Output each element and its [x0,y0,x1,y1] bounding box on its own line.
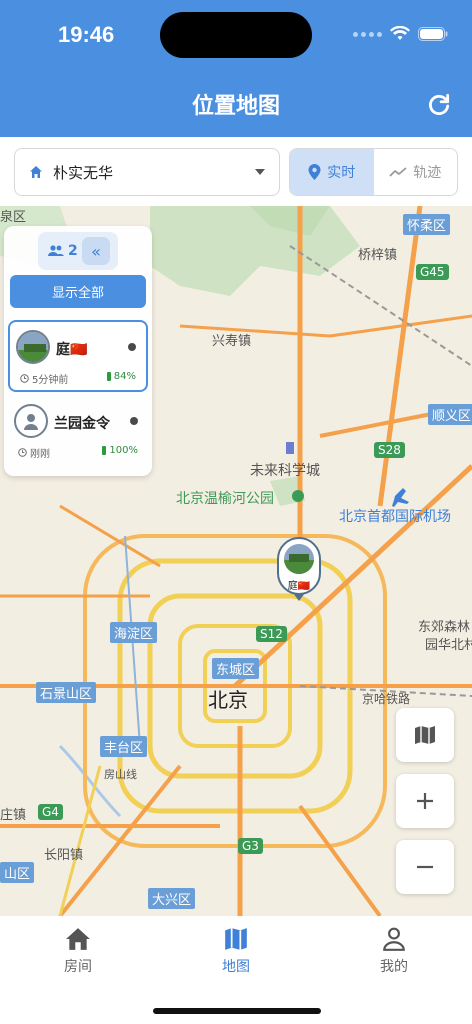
map-label-haidian: 海淀区 [110,622,158,643]
road-shield-s12: S12 [256,626,287,642]
member-battery: 84% [106,371,136,382]
group-icon [48,245,64,256]
member-battery: 100% [102,445,138,456]
map-label-fengtai: 丰台区 [100,736,148,757]
plus-icon [417,793,433,809]
tab-rooms[interactable]: 房间 [38,926,118,976]
page-title: 位置地图 [191,94,280,119]
show-all-button[interactable]: 显示全部 [10,275,146,308]
room-select[interactable]: 朴实无华 [14,148,280,196]
member-map-marker[interactable]: 庭🇨🇳 [277,537,321,601]
marker-pointer [293,593,305,601]
status-icons [353,26,448,42]
member-last-seen: 5分钟前 [20,371,68,386]
battery-level-icon [102,446,107,455]
room-select-value: 朴实无华 [53,163,114,182]
map-label-shunyi: 顺义区 [428,404,472,425]
trend-line-icon [389,167,407,177]
status-dot [130,417,138,425]
tab-profile-label: 我的 [380,959,408,975]
avatar [14,404,48,438]
map-label-qiaozi: 桥梓镇 [358,248,398,263]
tab-map-label: 地图 [222,959,250,975]
map-label-wenyu-park: 北京温榆河公园 [176,491,274,507]
location-pin-icon [308,164,321,180]
filter-bar: 朴实无华 实时 轨迹 [0,137,472,206]
map-label-daxing: 大兴区 [148,888,196,909]
home-icon [30,166,42,178]
wifi-icon [390,26,410,40]
map-label-left-edge-2: 庄镇 [0,808,27,823]
home-indicator [153,1008,321,1014]
road-shield-s28: S28 [374,442,405,458]
tab-rooms-label: 房间 [64,959,92,975]
member-last-seen-text: 5分钟前 [32,375,69,386]
map-label-shijingshan: 石景山区 [36,682,97,703]
member-last-seen: 刚刚 [18,445,50,460]
battery-level-icon [106,372,111,381]
map-label-beijing: 北京 [208,688,248,712]
zoom-in-button[interactable] [396,774,454,828]
refresh-icon[interactable] [426,92,452,118]
tab-profile[interactable]: 我的 [354,926,434,976]
person-icon [383,927,405,951]
map-label-left-edge-3: 山区 [0,862,35,883]
marker-name: 庭🇨🇳 [287,581,311,592]
marker-avatar [284,544,314,574]
map-label-dongcheng: 东城区 [212,658,260,679]
map-layers-button[interactable] [396,708,454,762]
dynamic-island [160,12,312,58]
tab-map[interactable]: 地图 [196,926,276,976]
minus-icon [417,865,433,869]
zoom-out-button[interactable] [396,840,454,894]
app-header: 19:46 位置地图 [0,0,472,137]
collapse-panel-button[interactable]: « [82,237,110,265]
map-label-xingshou: 兴寿镇 [212,334,252,349]
map-label-future-city: 未来科学城 [250,463,320,479]
mode-realtime-label: 实时 [327,165,356,181]
mode-track-label: 轨迹 [413,165,442,181]
map-label-fangshan-line: 房山线 [104,768,137,781]
map-label-huairou: 怀柔区 [403,214,451,235]
mode-toggle: 实时 轨迹 [289,148,458,196]
map-label-left-edge-1: 泉区 [0,210,27,225]
member-name: 庭🇨🇳 [56,342,88,358]
map-icon [225,928,247,950]
map-icon [415,726,435,744]
road-shield-g4: G4 [38,804,63,820]
member-name: 兰园金令 [54,416,110,432]
map-label-jingha: 京哈铁路 [362,692,411,706]
clock-icon [20,374,29,383]
status-time: 19:46 [58,22,115,47]
member-battery-text: 100% [109,445,138,456]
map-label-changyang: 长阳镇 [44,848,84,863]
road-shield-g45: G45 [416,264,449,280]
marker-bubble: 庭🇨🇳 [277,537,321,595]
clock-icon [18,448,27,457]
bottom-tab-bar: 房间 地图 我的 [0,916,472,1024]
caret-down-icon [255,169,265,175]
member-last-seen-text: 刚刚 [30,449,50,460]
member-battery-text: 84% [113,371,136,382]
road-shield-g3: G3 [238,838,263,854]
map-label-capital-airport: 北京首都国际机场 [339,509,451,525]
map-label-dongjiao: 东郊森林 [418,620,471,635]
mode-realtime-button[interactable]: 实时 [290,149,374,195]
home-icon [66,928,90,950]
avatar [16,330,50,364]
map-label-yuanhuabei: 园华北村 [425,638,472,653]
member-item-selected[interactable]: 庭🇨🇳 5分钟前 84% [8,320,148,392]
cellular-signal-icon [353,31,382,37]
member-count-value: 2 [68,243,78,259]
status-dot [128,343,136,351]
battery-icon [418,27,448,41]
member-item[interactable]: 兰园金令 刚刚 100% [8,396,148,468]
mode-track-button[interactable]: 轨迹 [374,149,458,195]
